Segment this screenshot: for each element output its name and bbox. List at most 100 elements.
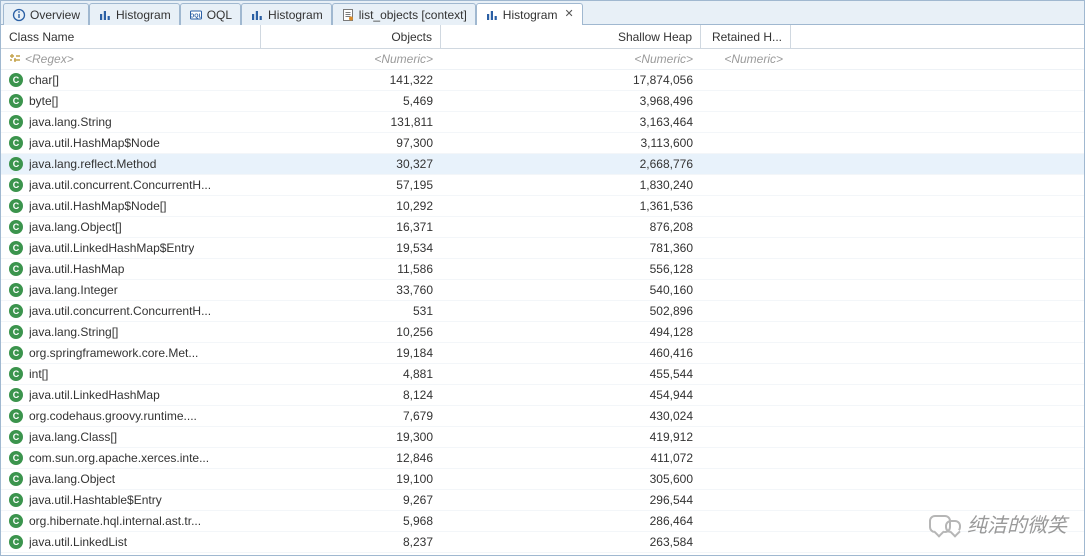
table-row[interactable]: Cjava.util.LinkedList8,237263,584 [1, 532, 1084, 553]
cell-retained-heap [701, 133, 791, 153]
column-header-shallow-heap[interactable]: Shallow Heap [441, 25, 701, 48]
table-row[interactable]: Cjava.util.concurrent.ConcurrentH...57,1… [1, 175, 1084, 196]
table-row[interactable]: Cjava.lang.String131,8113,163,464 [1, 112, 1084, 133]
table-row[interactable]: Cjava.util.LinkedHashMap8,124454,944 [1, 385, 1084, 406]
class-icon: C [9, 241, 23, 255]
table-row[interactable]: Cjava.util.HashMap11,586556,128 [1, 259, 1084, 280]
class-icon: C [9, 94, 23, 108]
filter-retained[interactable]: <Numeric> [701, 49, 791, 69]
table-row[interactable]: Cjava.util.HashMap$Node97,3003,113,600 [1, 133, 1084, 154]
cell-retained-heap [701, 154, 791, 174]
tab-label: Histogram [116, 8, 171, 22]
close-icon[interactable]: ✕ [564, 9, 573, 20]
class-name-text: byte[] [29, 94, 58, 108]
cell-objects: 19,534 [261, 238, 441, 258]
class-name-text: java.util.LinkedHashMap [29, 388, 160, 402]
class-name-text: java.lang.Object[] [29, 220, 122, 234]
tab-overview[interactable]: Overview [3, 3, 89, 25]
table-row[interactable]: Cjava.lang.Integer33,760540,160 [1, 280, 1084, 301]
column-header-objects[interactable]: Objects [261, 25, 441, 48]
cell-shallow-heap: 3,163,464 [441, 112, 701, 132]
class-icon: C [9, 535, 23, 549]
cell-shallow-heap: 540,160 [441, 280, 701, 300]
cell-class-name: Cjava.lang.Integer [1, 280, 261, 300]
filter-row: <Regex> <Numeric> <Numeric> <Numeric> [1, 49, 1084, 70]
column-header-class-name[interactable]: Class Name [1, 25, 261, 48]
sheet-icon [341, 8, 355, 22]
table-row[interactable]: Cjava.lang.Class[]19,300419,912 [1, 427, 1084, 448]
cell-retained-heap [701, 217, 791, 237]
class-icon: C [9, 472, 23, 486]
filter-class-name[interactable]: <Regex> [1, 49, 261, 69]
class-name-text: org.springframework.core.Met... [29, 346, 198, 360]
table-row[interactable]: Cint[]4,881455,544 [1, 364, 1084, 385]
cell-objects: 97,300 [261, 133, 441, 153]
cell-shallow-heap: 3,968,496 [441, 91, 701, 111]
class-name-text: java.lang.reflect.Method [29, 157, 156, 171]
cell-shallow-heap: 411,072 [441, 448, 701, 468]
tab-histogram[interactable]: Histogram ✕ [476, 3, 583, 25]
table-row[interactable]: Cjava.util.concurrent.ConcurrentH...5315… [1, 301, 1084, 322]
table-row[interactable]: Corg.codehaus.groovy.runtime....7,679430… [1, 406, 1084, 427]
cell-class-name: Corg.codehaus.groovy.runtime.... [1, 406, 261, 426]
cell-shallow-heap: 502,896 [441, 301, 701, 321]
cell-shallow-heap: 455,544 [441, 364, 701, 384]
cell-shallow-heap: 3,113,600 [441, 133, 701, 153]
cell-objects: 19,184 [261, 343, 441, 363]
table-row[interactable]: Cjava.util.Hashtable$Entry9,267296,544 [1, 490, 1084, 511]
info-icon [12, 8, 26, 22]
class-icon: C [9, 430, 23, 444]
tab-label: Overview [30, 8, 80, 22]
cell-class-name: Corg.hibernate.hql.internal.ast.tr... [1, 511, 261, 531]
cell-objects: 11,586 [261, 259, 441, 279]
table-row[interactable]: Cjava.util.LinkedHashMap$Entry19,534781,… [1, 238, 1084, 259]
cell-retained-heap [701, 448, 791, 468]
cell-shallow-heap: 876,208 [441, 217, 701, 237]
class-icon: C [9, 325, 23, 339]
tab-label: Histogram [503, 8, 558, 22]
cell-objects: 10,292 [261, 196, 441, 216]
cell-class-name: Cjava.util.LinkedHashMap [1, 385, 261, 405]
class-icon: C [9, 346, 23, 360]
cell-retained-heap [701, 469, 791, 489]
column-header-retained-heap[interactable]: Retained H... [701, 25, 791, 48]
table-row[interactable]: Cchar[]141,32217,874,056 [1, 70, 1084, 91]
table-row[interactable]: Corg.hibernate.hql.internal.ast.tr...5,9… [1, 511, 1084, 532]
cell-retained-heap [701, 91, 791, 111]
oql-icon: OQL [189, 8, 203, 22]
cell-shallow-heap: 1,361,536 [441, 196, 701, 216]
cell-retained-heap [701, 238, 791, 258]
tab-histogram[interactable]: Histogram [241, 3, 332, 25]
cell-shallow-heap: 2,668,776 [441, 154, 701, 174]
cell-retained-heap [701, 322, 791, 342]
tab-list-objects-context-[interactable]: list_objects [context] [332, 3, 476, 25]
table-row[interactable]: Cjava.lang.String[]10,256494,128 [1, 322, 1084, 343]
class-icon: C [9, 178, 23, 192]
tab-histogram[interactable]: Histogram [89, 3, 180, 25]
table-row[interactable]: Cjava.lang.reflect.Method30,3272,668,776 [1, 154, 1084, 175]
cell-class-name: Cbyte[] [1, 91, 261, 111]
tab-oql[interactable]: OQLOQL [180, 3, 241, 25]
filter-shallow[interactable]: <Numeric> [441, 49, 701, 69]
filter-objects[interactable]: <Numeric> [261, 49, 441, 69]
bars-icon [98, 8, 112, 22]
cell-retained-heap [701, 280, 791, 300]
cell-retained-heap [701, 511, 791, 531]
cell-class-name: Cjava.lang.String [1, 112, 261, 132]
cell-shallow-heap: 494,128 [441, 322, 701, 342]
cell-retained-heap [701, 259, 791, 279]
table-row[interactable]: Cjava.lang.Object[]16,371876,208 [1, 217, 1084, 238]
class-name-text: java.util.HashMap$Node[] [29, 199, 166, 213]
table-row[interactable]: Ccom.sun.org.apache.xerces.inte...12,846… [1, 448, 1084, 469]
cell-objects: 10,256 [261, 322, 441, 342]
table-row[interactable]: Cjava.lang.Object19,100305,600 [1, 469, 1084, 490]
cell-objects: 531 [261, 301, 441, 321]
class-name-text: java.lang.Class[] [29, 430, 117, 444]
table-row[interactable]: Corg.springframework.core.Met...19,18446… [1, 343, 1084, 364]
cell-class-name: Cjava.util.LinkedList [1, 532, 261, 552]
class-icon: C [9, 136, 23, 150]
cell-objects: 9,267 [261, 490, 441, 510]
table-row[interactable]: Cjava.util.HashMap$Node[]10,2921,361,536 [1, 196, 1084, 217]
table-row[interactable]: Cbyte[]5,4693,968,496 [1, 91, 1084, 112]
cell-shallow-heap: 556,128 [441, 259, 701, 279]
